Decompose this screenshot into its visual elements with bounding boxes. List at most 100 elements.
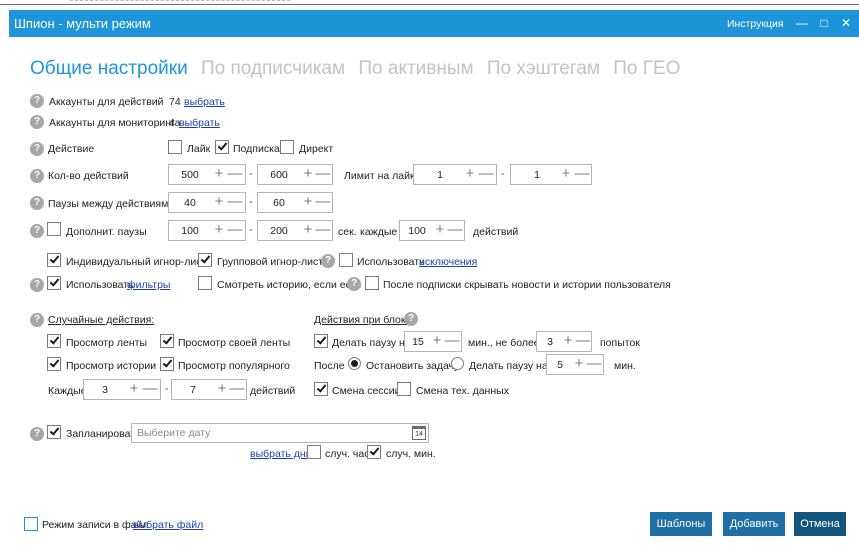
extra-pauses-from-stepper[interactable]: 100 + — [168,220,246,241]
accounts-actions-label: Аккаунты для действий [49,96,164,108]
window-title: Шпион - мульти режим [14,16,151,31]
minus-icon[interactable]: — [585,355,603,374]
random-minute-checkbox[interactable] [367,445,381,459]
pause-for-minutes-stepper[interactable]: 5 + — [546,354,604,375]
count-from-stepper[interactable]: 500 + — [168,164,246,185]
tab-hashtags[interactable]: По хэштегам [487,58,600,79]
tab-general[interactable]: Общие настройки [30,58,188,79]
minus-icon[interactable]: — [228,380,246,399]
pauses-from-stepper[interactable]: 40 + — [168,192,246,213]
minimize-icon[interactable]: — [792,13,812,33]
group-ignore-checkbox[interactable] [198,253,212,267]
help-icon[interactable]: ? [30,313,44,327]
use-exceptions-checkbox[interactable] [339,253,353,267]
view-own-feed-checkbox[interactable] [160,334,174,348]
minus-icon[interactable]: — [446,221,464,240]
maximize-icon[interactable]: □ [814,13,834,33]
file-mode-checkbox[interactable] [24,517,38,531]
extra-pauses-each-value: 100 [408,225,426,237]
schedule-date-input[interactable]: Выберите дату 14 [131,423,429,443]
choose-monitoring-accounts-link[interactable]: выбрать [179,117,220,129]
random-to-stepper[interactable]: 7 + — [171,379,247,400]
watch-story-label: Смотреть историю, если есть [217,279,362,291]
like-limit-from-stepper[interactable]: 1 + — [413,164,497,185]
help-icon[interactable]: ? [30,169,44,183]
range-dash: - [249,168,253,180]
extra-pauses-each-stepper[interactable]: 100 + — [399,220,465,241]
instructions-link[interactable]: Инструкция [727,18,784,30]
minus-icon[interactable]: — [141,380,159,399]
help-icon[interactable]: ? [321,254,335,268]
like-limit-to-stepper[interactable]: 1 + — [510,164,592,185]
choose-action-accounts-link[interactable]: выбрать [184,96,225,108]
minus-icon[interactable]: — [226,193,244,212]
block-pause-minutes-stepper[interactable]: 15 + — [404,331,462,352]
action-label: Действие [48,143,95,155]
tab-active[interactable]: По активным [358,58,473,79]
cancel-button[interactable]: Отмена [794,512,846,536]
pauses-label: Паузы между действиями [48,198,175,210]
help-icon[interactable]: ? [404,312,418,326]
stop-task-radio[interactable] [348,357,361,370]
count-from-value: 500 [181,169,199,181]
tab-geo[interactable]: По ГЕО [613,58,680,79]
tab-followers[interactable]: По подписчикам [201,58,345,79]
extra-pauses-to-stepper[interactable]: 200 + — [257,220,333,241]
minus-icon[interactable]: — [477,165,495,184]
view-stories-checkbox[interactable] [47,357,61,371]
view-popular-checkbox[interactable] [160,357,174,371]
schedule-label: Запланировать [66,428,141,440]
pause-for-label: Делать паузу на [469,360,548,372]
minus-icon[interactable]: — [226,165,244,184]
filters-link[interactable]: фильтры [127,279,170,291]
help-icon[interactable]: ? [30,196,44,210]
minus-icon[interactable]: — [574,332,592,351]
extra-pauses-label: Дополнит. паузы [66,226,147,238]
help-icon[interactable]: ? [30,142,44,156]
minutes-label: мин. [614,360,636,372]
block-pause-checkbox[interactable] [314,334,328,348]
session-change-checkbox[interactable] [314,382,328,396]
help-icon[interactable]: ? [30,278,44,292]
tech-data-change-checkbox[interactable] [397,382,411,396]
schedule-checkbox[interactable] [47,425,61,439]
minus-icon[interactable]: — [314,221,332,240]
exceptions-link[interactable]: исключения [419,256,477,268]
minus-icon[interactable]: — [226,221,244,240]
calendar-icon[interactable]: 14 [412,426,426,440]
choose-file-link[interactable]: выбрать файл [133,519,203,531]
watch-story-checkbox[interactable] [198,276,212,290]
hide-after-follow-checkbox[interactable] [365,276,379,290]
random-hour-checkbox[interactable] [307,445,321,459]
choose-days-link[interactable]: выбрать дни [250,448,312,460]
title-bar: Шпион - мульти режим Инструкция — □ ✕ [9,10,859,37]
direct-checkbox[interactable] [280,140,294,154]
minus-icon[interactable]: — [314,165,332,184]
add-button[interactable]: Добавить [723,512,785,536]
help-icon[interactable]: ? [30,94,44,108]
templates-button[interactable]: Шаблоны [650,512,712,536]
pause-for-radio[interactable] [451,357,464,370]
pauses-to-stepper[interactable]: 60 + — [257,192,333,213]
like-checkbox[interactable] [168,140,182,154]
use-filters-checkbox[interactable] [47,276,61,290]
help-icon[interactable]: ? [30,224,44,238]
follow-checkbox[interactable] [215,140,229,154]
random-from-stepper[interactable]: 3 + — [83,379,161,400]
help-icon[interactable]: ? [347,277,361,291]
close-icon[interactable]: ✕ [836,13,856,33]
range-dash: - [165,383,169,395]
minus-icon[interactable]: — [573,165,591,184]
minus-icon[interactable]: — [314,193,332,212]
individual-ignore-label: Индивидуальный игнор-лист [66,256,207,268]
count-to-stepper[interactable]: 600 + — [257,164,333,185]
minus-icon[interactable]: — [443,332,461,351]
help-icon[interactable]: ? [30,115,44,129]
block-attempts-stepper[interactable]: 3 + — [536,331,592,352]
individual-ignore-checkbox[interactable] [47,253,61,267]
extra-pauses-checkbox[interactable] [47,222,61,236]
use-filters-label: Использовать [66,279,134,291]
help-icon[interactable]: ? [30,427,44,441]
view-feed-checkbox[interactable] [47,334,61,348]
random-to-value: 7 [190,384,196,396]
